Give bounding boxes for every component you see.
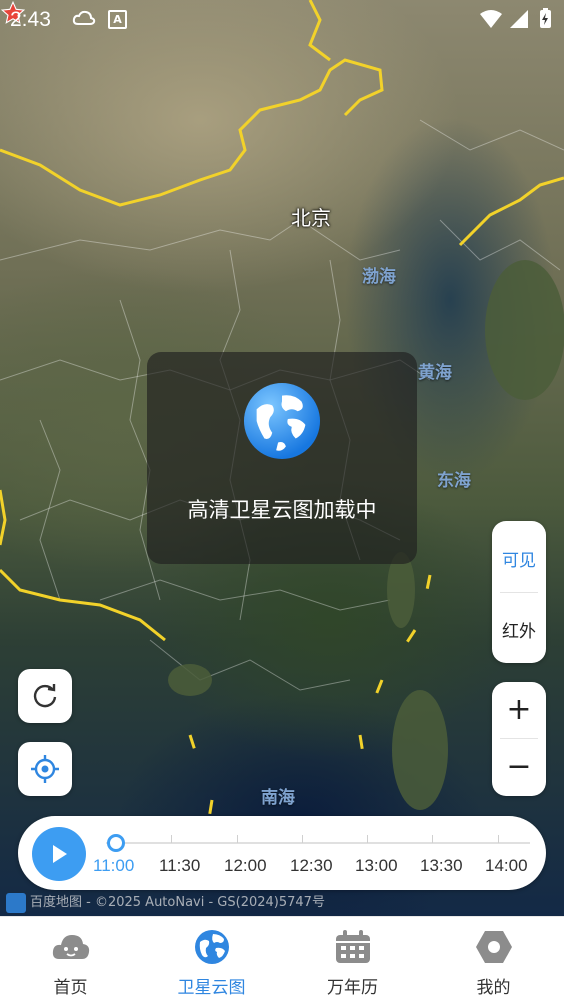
tab-mine-label: 我的 bbox=[476, 978, 511, 998]
sea-label-huanghai: 黄海 bbox=[418, 363, 452, 383]
sea-label-donghai: 东海 bbox=[437, 471, 471, 491]
layer-toggle-divider bbox=[500, 592, 538, 593]
timeline-tick bbox=[237, 835, 238, 843]
system-status-icons bbox=[480, 8, 551, 28]
tab-home[interactable]: 首页 bbox=[0, 917, 141, 1005]
tab-calendar[interactable]: 万年历 bbox=[282, 917, 423, 1005]
tab-calendar-label: 万年历 bbox=[327, 978, 378, 998]
sea-label-nanhai: 南海 bbox=[261, 788, 295, 808]
wifi-icon bbox=[480, 10, 502, 28]
attribution-text: 百度地图 - ©2025 AutoNavi - GS(2024)5747号 bbox=[30, 895, 325, 910]
tab-satellite-label: 卫星云图 bbox=[177, 978, 246, 998]
zoom-out-button[interactable]: − bbox=[492, 739, 546, 795]
timeline-tick bbox=[302, 835, 303, 843]
play-icon bbox=[53, 845, 67, 863]
map-provider-logo-icon bbox=[6, 892, 26, 913]
zoom-in-button[interactable]: + bbox=[492, 682, 546, 738]
hexagon-settings-icon bbox=[476, 931, 512, 963]
time-label-1300[interactable]: 13:00 bbox=[355, 856, 398, 876]
keyboard-a-icon: A bbox=[108, 10, 127, 29]
loading-overlay: 高清卫星云图加载中 bbox=[147, 352, 417, 564]
cloud-notification-icon bbox=[72, 10, 96, 25]
loading-text: 高清卫星云图加载中 bbox=[187, 498, 377, 522]
zoom-control: + − bbox=[492, 682, 546, 796]
time-label-1230[interactable]: 12:30 bbox=[290, 856, 333, 876]
layer-toggle: 可见 红外 bbox=[492, 521, 546, 663]
time-label-1100[interactable]: 11:00 bbox=[93, 856, 134, 876]
sea-label-bohai: 渤海 bbox=[362, 267, 396, 287]
tab-home-label: 首页 bbox=[53, 978, 88, 998]
timeline-track[interactable] bbox=[106, 842, 530, 844]
status-bar: 2:43 A bbox=[0, 0, 564, 38]
cellular-signal-icon bbox=[510, 10, 528, 28]
locate-button[interactable] bbox=[18, 742, 72, 796]
tab-satellite[interactable]: 卫星云图 bbox=[141, 917, 282, 1005]
cloud-face-icon bbox=[52, 935, 90, 959]
bottom-tab-bar: 首页 卫星云图 万年历 我的 bbox=[0, 916, 564, 1005]
timeline-tick bbox=[367, 835, 368, 843]
refresh-button[interactable] bbox=[18, 669, 72, 723]
city-label-beijing: 北京 bbox=[291, 206, 331, 230]
timeline-bar: 11:00 11:30 12:00 12:30 13:00 13:30 14:0… bbox=[18, 816, 546, 890]
refresh-icon bbox=[33, 684, 57, 708]
globe-icon bbox=[243, 382, 321, 460]
crosshair-location-icon bbox=[31, 755, 59, 783]
tab-mine[interactable]: 我的 bbox=[423, 917, 564, 1005]
timeline-knob[interactable] bbox=[107, 834, 125, 852]
time-label-1130[interactable]: 11:30 bbox=[159, 856, 200, 876]
timeline-tick bbox=[498, 835, 499, 843]
time-label-1400[interactable]: 14:00 bbox=[485, 856, 528, 876]
map-attribution: 百度地图 - ©2025 AutoNavi - GS(2024)5747号 bbox=[6, 891, 426, 913]
time-label-1200[interactable]: 12:00 bbox=[224, 856, 267, 876]
layer-option-infrared[interactable]: 红外 bbox=[492, 617, 546, 642]
layer-option-visible[interactable]: 可见 bbox=[492, 546, 546, 571]
globe-tab-icon bbox=[195, 930, 229, 964]
status-time: 2:43 bbox=[10, 8, 51, 31]
play-button[interactable] bbox=[32, 827, 86, 881]
timeline-tick bbox=[432, 835, 433, 843]
timeline-tick bbox=[171, 835, 172, 843]
time-label-1330[interactable]: 13:30 bbox=[420, 856, 463, 876]
calendar-icon bbox=[336, 930, 370, 963]
